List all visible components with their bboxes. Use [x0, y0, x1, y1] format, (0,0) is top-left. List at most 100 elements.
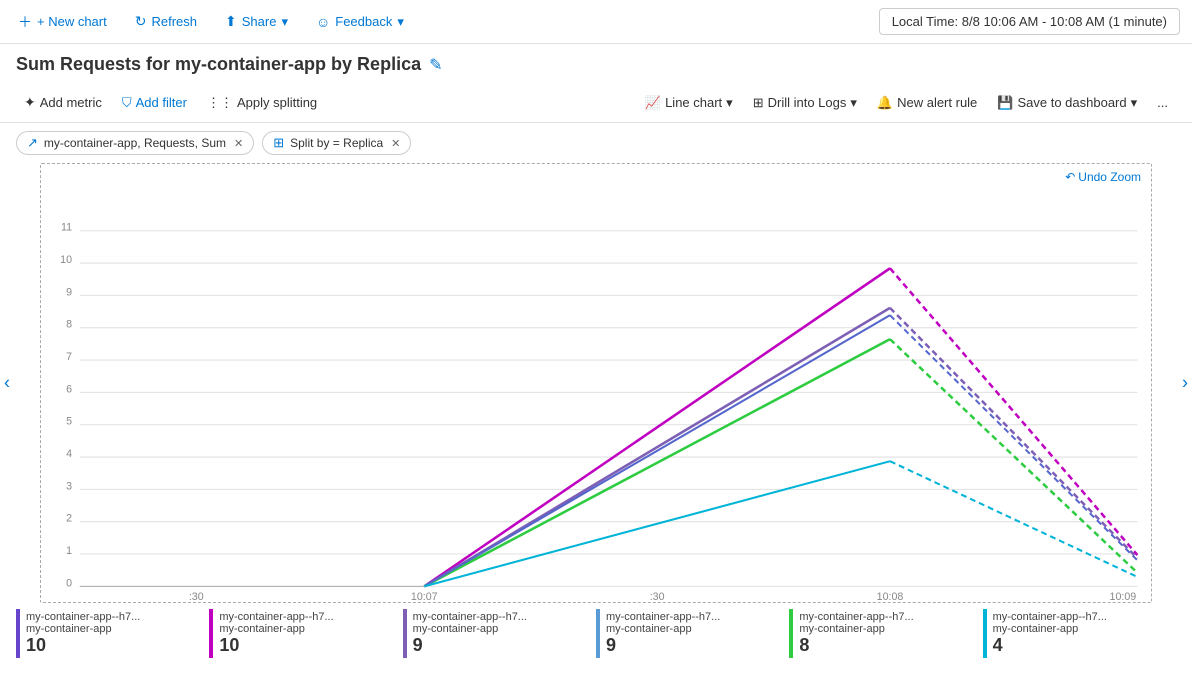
- time-range-text: Local Time: 8/8 10:06 AM - 10:08 AM (1 m…: [892, 14, 1167, 29]
- feedback-icon: ☺: [316, 14, 330, 30]
- add-metric-label: Add metric: [40, 95, 102, 110]
- svg-text:9: 9: [66, 286, 72, 298]
- svg-text:8: 8: [66, 318, 72, 330]
- page-title-bar: Sum Requests for my-container-app by Rep…: [0, 44, 1192, 83]
- share-button[interactable]: ⬆ Share ▾: [219, 9, 294, 34]
- edit-title-icon[interactable]: ✎: [429, 55, 442, 75]
- feedback-label: Feedback: [335, 14, 392, 29]
- split-tag-close[interactable]: ✕: [391, 137, 400, 150]
- legend-value-3: 9: [606, 635, 783, 656]
- legend-value-2: 9: [413, 635, 590, 656]
- save-chevron-icon: ▾: [1131, 95, 1138, 111]
- undo-zoom-button[interactable]: ↶ Undo Zoom: [1065, 170, 1141, 184]
- line-chart-icon: 📈: [645, 95, 661, 111]
- share-chevron-icon: ▾: [281, 14, 288, 30]
- svg-text:10: 10: [60, 254, 72, 266]
- more-options-button[interactable]: ...: [1149, 91, 1176, 114]
- svg-text:10:08: 10:08: [877, 591, 904, 602]
- legend-title-4: my-container-app--h7...: [799, 611, 976, 623]
- legend-title-3: my-container-app--h7...: [606, 611, 783, 623]
- legend-value-0: 10: [26, 635, 203, 656]
- svg-text:0: 0: [66, 577, 72, 589]
- svg-text:10:07: 10:07: [411, 591, 438, 602]
- save-icon: 💾: [997, 95, 1013, 111]
- page-title: Sum Requests for my-container-app by Rep…: [16, 54, 421, 75]
- legend-value-5: 4: [993, 635, 1170, 656]
- legend-subtitle-2: my-container-app: [413, 623, 590, 635]
- legend-title-5: my-container-app--h7...: [993, 611, 1170, 623]
- metric-tag-close[interactable]: ✕: [234, 137, 243, 150]
- svg-text:2: 2: [66, 512, 72, 524]
- refresh-button[interactable]: ↻ Refresh: [129, 9, 203, 34]
- svg-text:4: 4: [66, 448, 72, 460]
- svg-text::30: :30: [650, 591, 665, 602]
- filter-tags-area: ↗ my-container-app, Requests, Sum ✕ ⊞ Sp…: [0, 123, 1192, 163]
- add-metric-button[interactable]: ✦ Add metric: [16, 90, 110, 115]
- undo-zoom-icon: ↶: [1065, 170, 1075, 184]
- legend-subtitle-4: my-container-app: [799, 623, 976, 635]
- split-filter-tag[interactable]: ⊞ Split by = Replica ✕: [262, 131, 411, 155]
- save-to-dashboard-label: Save to dashboard: [1017, 95, 1126, 110]
- legend-subtitle-5: my-container-app: [993, 623, 1170, 635]
- legend-title-1: my-container-app--h7...: [219, 611, 396, 623]
- legend-item-4: my-container-app--h7... my-container-app…: [789, 609, 982, 658]
- save-to-dashboard-button[interactable]: 💾 Save to dashboard ▾: [989, 91, 1145, 115]
- svg-text:6: 6: [66, 383, 72, 395]
- alert-icon: 🔔: [877, 95, 893, 111]
- new-alert-rule-label: New alert rule: [897, 95, 977, 110]
- top-bar-left: ＋ + New chart ↻ Refresh ⬆ Share ▾ ☺ Feed…: [12, 8, 871, 36]
- share-icon: ⬆: [225, 13, 237, 30]
- chart-nav-left-button[interactable]: ‹: [4, 373, 10, 394]
- feedback-chevron-icon: ▾: [397, 14, 404, 30]
- logs-chevron-icon: ▾: [850, 95, 857, 111]
- apply-splitting-button[interactable]: ⋮⋮ Apply splitting: [199, 91, 325, 115]
- chart-svg: 0 1 2 3 4 5 6 7 8 9 10 11 :3: [41, 164, 1151, 602]
- refresh-label: Refresh: [151, 14, 197, 29]
- new-alert-rule-button[interactable]: 🔔 New alert rule: [869, 91, 985, 115]
- svg-text:1: 1: [66, 545, 72, 557]
- line-chart-button[interactable]: 📈 Line chart ▾: [637, 91, 741, 115]
- chart-toolbar: ✦ Add metric ⛉ Add filter ⋮⋮ Apply split…: [0, 83, 1192, 123]
- legend-value-1: 10: [219, 635, 396, 656]
- share-label: Share: [242, 14, 277, 29]
- add-filter-label: Add filter: [136, 95, 187, 110]
- metric-tag-text: my-container-app, Requests, Sum: [44, 136, 226, 150]
- svg-text:5: 5: [66, 415, 72, 427]
- top-bar: ＋ + New chart ↻ Refresh ⬆ Share ▾ ☺ Feed…: [0, 0, 1192, 44]
- split-icon: ⋮⋮: [207, 95, 233, 111]
- add-metric-icon: ✦: [24, 94, 36, 111]
- more-options-label: ...: [1157, 95, 1168, 110]
- chart-area-wrapper: ‹ ↶ Undo Zoom 0 1 2 3 4 5 6 7 8 9 10 11: [24, 163, 1168, 603]
- legend-item-1: my-container-app--h7... my-container-app…: [209, 609, 402, 658]
- split-tag-text: Split by = Replica: [290, 136, 383, 150]
- chart-nav-right-button[interactable]: ›: [1182, 373, 1188, 394]
- line-chart-label: Line chart: [665, 95, 722, 110]
- time-range-selector[interactable]: Local Time: 8/8 10:06 AM - 10:08 AM (1 m…: [879, 8, 1180, 35]
- chart-container: ↶ Undo Zoom 0 1 2 3 4 5 6 7 8 9 10 11: [40, 163, 1152, 603]
- svg-text:10:09: 10:09: [1110, 591, 1137, 602]
- add-filter-button[interactable]: ⛉ Add filter: [114, 91, 195, 115]
- drill-into-logs-button[interactable]: ⊞ Drill into Logs ▾: [745, 91, 865, 115]
- legend-area: my-container-app--h7... my-container-app…: [0, 603, 1192, 664]
- metric-filter-tag[interactable]: ↗ my-container-app, Requests, Sum ✕: [16, 131, 254, 155]
- undo-zoom-label: Undo Zoom: [1078, 170, 1141, 184]
- split-tag-icon: ⊞: [273, 135, 284, 151]
- feedback-button[interactable]: ☺ Feedback ▾: [310, 10, 410, 34]
- legend-item-5: my-container-app--h7... my-container-app…: [983, 609, 1176, 658]
- drill-into-logs-label: Drill into Logs: [768, 95, 847, 110]
- svg-text:11: 11: [61, 221, 72, 233]
- legend-subtitle-3: my-container-app: [606, 623, 783, 635]
- toolbar-right: 📈 Line chart ▾ ⊞ Drill into Logs ▾ 🔔 New…: [637, 91, 1176, 115]
- line-chart-chevron-icon: ▾: [726, 95, 733, 111]
- new-chart-label: + New chart: [37, 14, 107, 29]
- svg-text::30: :30: [189, 591, 204, 602]
- legend-item-2: my-container-app--h7... my-container-app…: [403, 609, 596, 658]
- apply-splitting-label: Apply splitting: [237, 95, 317, 110]
- logs-icon: ⊞: [753, 95, 764, 111]
- legend-item-3: my-container-app--h7... my-container-app…: [596, 609, 789, 658]
- legend-title-0: my-container-app--h7...: [26, 611, 203, 623]
- legend-title-2: my-container-app--h7...: [413, 611, 590, 623]
- new-chart-button[interactable]: ＋ + New chart: [12, 8, 113, 36]
- legend-item-0: my-container-app--h7... my-container-app…: [16, 609, 209, 658]
- plus-icon: ＋: [18, 12, 32, 32]
